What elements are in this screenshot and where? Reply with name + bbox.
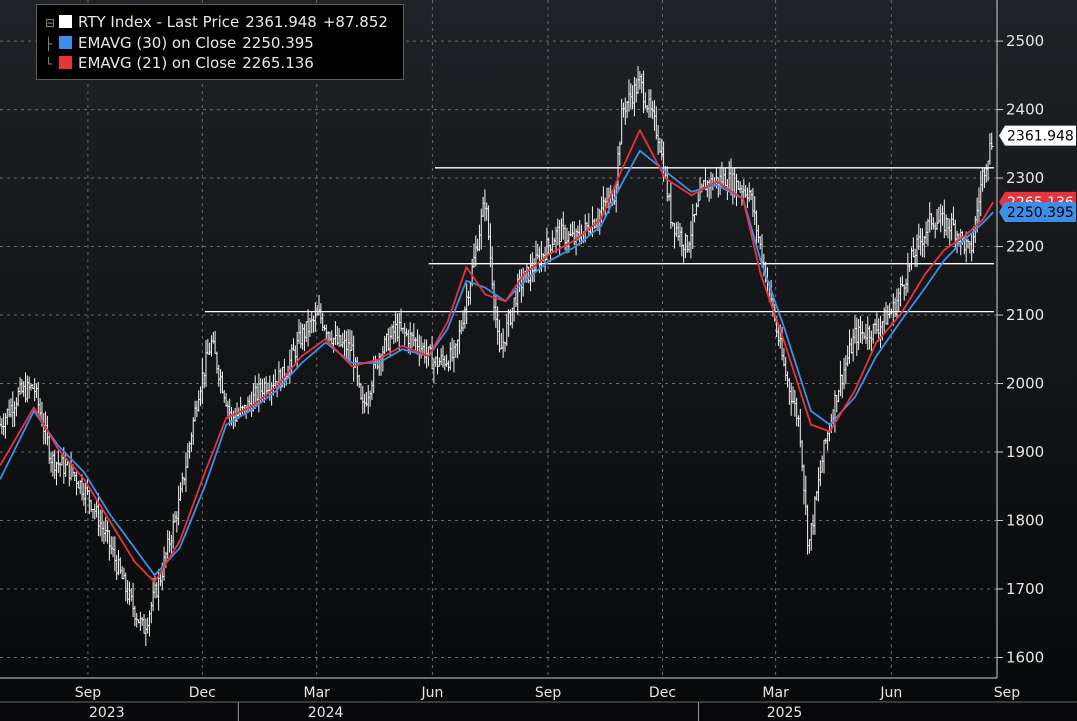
tree-branch-icon: ├ [45, 37, 53, 51]
y-tick-label: 1700 [1006, 580, 1044, 598]
y-tick-label: 2000 [1006, 375, 1044, 393]
x-tick-label: Mar [762, 685, 789, 701]
ema21-line [0, 129, 994, 583]
ema30-tag: 2250.395 [1007, 205, 1074, 221]
ema-lines [0, 129, 994, 583]
y-tick-label: 2400 [1006, 101, 1044, 119]
x-axis-tick-labels: Sep Dec Mar Jun Sep Dec Mar Jun Sep 2023 2024 2025 [75, 685, 1021, 721]
y-tick-label: 2500 [1006, 32, 1044, 50]
x-year-label: 2024 [308, 705, 344, 721]
legend-swatch-last-price [59, 15, 72, 28]
legend-item-ema21: └ EMAVG (21) on Close 2265.136 [45, 53, 314, 73]
x-tick-label: Sep [994, 685, 1021, 701]
axes [0, 0, 1077, 721]
legend-change: +87.852 [322, 13, 388, 31]
x-tick-label: Jun [420, 685, 443, 701]
x-tick-label: Sep [75, 685, 102, 701]
price-bars [0, 65, 994, 647]
legend-item-last-price: ⊟ RTY Index - Last Price 2361.948 +87.852 [45, 12, 388, 32]
x-tick-label: Jun [879, 685, 902, 701]
x-tick-label: Sep [535, 685, 562, 701]
tree-branch-icon: └ [45, 57, 53, 71]
last-price-tag: 2361.948 [1007, 129, 1074, 145]
legend-value: 2361.948 [245, 13, 317, 31]
legend-item-ema30: ├ EMAVG (30) on Close 2250.395 [45, 33, 314, 53]
y-tick-label: 1900 [1006, 443, 1044, 461]
x-year-label: 2023 [89, 705, 125, 721]
legend-value: 2265.136 [242, 54, 314, 72]
legend-label: RTY Index - Last Price [78, 13, 240, 31]
legend-swatch-ema21 [59, 56, 72, 69]
y-tick-label: 2100 [1006, 306, 1044, 324]
y-tick-label: 2300 [1006, 169, 1044, 187]
legend-label: EMAVG (21) on Close [78, 54, 237, 72]
legend: ⊟ RTY Index - Last Price 2361.948 +87.852 ├… [36, 4, 404, 80]
x-tick-label: Dec [649, 685, 676, 701]
y-tick-label: 2200 [1006, 238, 1044, 256]
y-tick-label: 1600 [1006, 648, 1044, 666]
x-tick-label: Dec [189, 685, 216, 701]
x-tick-label: Mar [304, 685, 331, 701]
y-tick-label: 1800 [1006, 511, 1044, 529]
horizontal-reference-lines [204, 167, 994, 313]
collapse-icon[interactable]: ⊟ [45, 13, 59, 33]
chart-area: 1600 1700 1800 1900 2000 2100 2200 2300 2400 2500… [0, 0, 1077, 721]
x-year-label: 2025 [767, 705, 803, 721]
legend-swatch-ema30 [59, 36, 72, 49]
legend-value: 2250.395 [242, 34, 314, 52]
legend-label: EMAVG (30) on Close [78, 34, 237, 52]
